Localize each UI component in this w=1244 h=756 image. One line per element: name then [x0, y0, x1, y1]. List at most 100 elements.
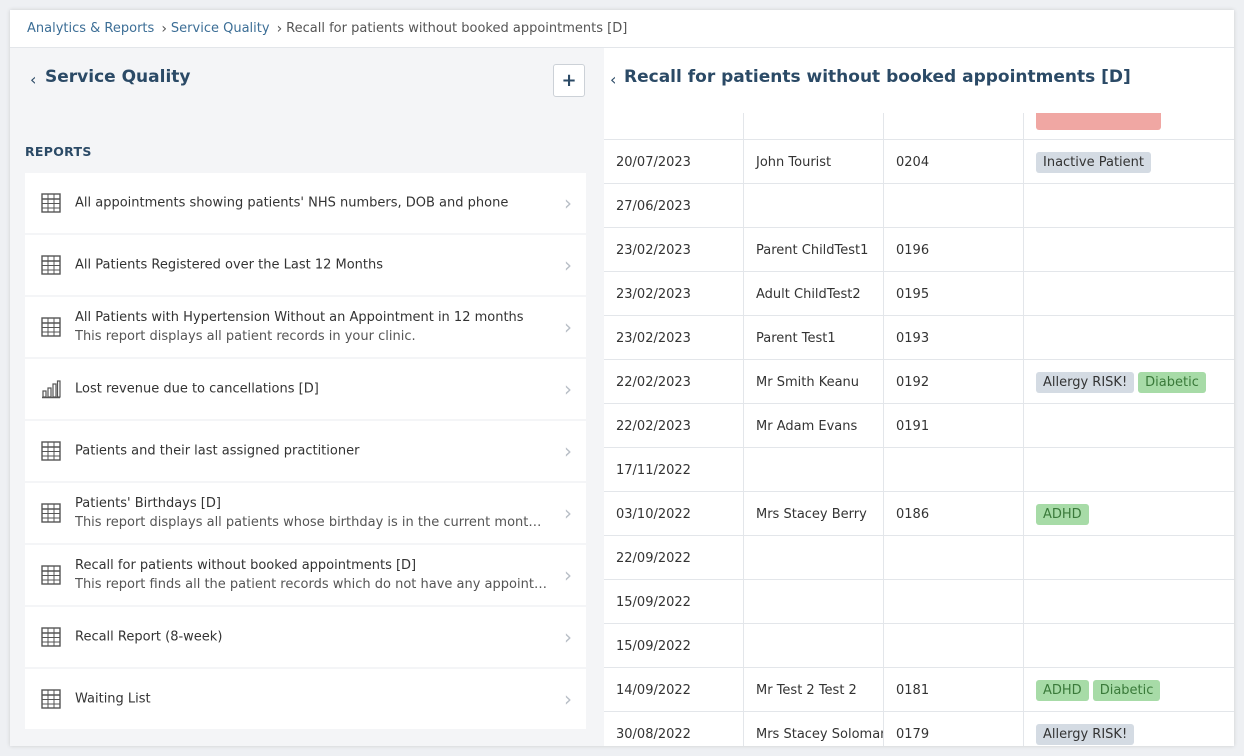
table-row[interactable]: 20/07/2023 John Tourist 0204 Inactive Patie… [604, 140, 1234, 184]
back-chevron-icon[interactable]: ‹ [30, 70, 36, 89]
chevron-right-icon: › [564, 687, 572, 711]
date-cell: 22/02/2023 [604, 360, 744, 404]
id-cell: 0186 [884, 492, 1024, 536]
breadcrumb-service-quality-link[interactable]: Service Quality [171, 21, 270, 36]
table-row[interactable]: 17/11/2022 [604, 448, 1234, 492]
report-list-item[interactable]: Recall Report (8-week) › [25, 607, 586, 667]
table-row[interactable]: 22/02/2023 Mr Smith Keanu 0192 Allergy RISK… [604, 360, 1234, 404]
tags-cell [1024, 272, 1234, 316]
id-cell [884, 184, 1024, 228]
report-text: Recall Report (8-week) [75, 630, 548, 645]
id-cell [884, 113, 1024, 140]
id-cell: 0193 [884, 316, 1024, 360]
date-cell: 14/09/2022 [604, 668, 744, 712]
report-list-item[interactable]: Patients' Birthdays [D] This report displ… [25, 483, 586, 543]
table-icon [41, 317, 61, 337]
report-list-item[interactable]: All appointments showing patients' NHS n… [25, 173, 586, 233]
table-row[interactable]: 30/08/2022 Mrs Stacey Soloman 0179 Allergy … [604, 712, 1234, 746]
report-list-item[interactable]: Lost revenue due to cancellations [D] › [25, 359, 586, 419]
chevron-right-icon: › [564, 439, 572, 463]
report-text: All Patients Registered over the Last 12… [75, 258, 548, 273]
breadcrumb-analytics-link[interactable]: Analytics & Reports [27, 21, 154, 36]
table-row[interactable]: 14/09/2022 Mr Test 2 Test 2 0181 ADHD Diabet… [604, 668, 1234, 712]
table-row[interactable] [604, 113, 1234, 140]
date-cell: 17/11/2022 [604, 448, 744, 492]
chevron-right-icon: › [276, 20, 283, 37]
table-icon [41, 627, 61, 647]
table-row[interactable]: 23/02/2023 Parent ChildTest1 0196 [604, 228, 1234, 272]
table-row[interactable]: 23/02/2023 Adult ChildTest2 0195 [604, 272, 1234, 316]
id-cell: 0196 [884, 228, 1024, 272]
back-chevron-icon[interactable]: ‹ [610, 70, 616, 89]
table-row[interactable]: 15/09/2022 [604, 580, 1234, 624]
tags-cell: Inactive Patient [1024, 140, 1234, 184]
name-cell [744, 536, 884, 580]
patient-tag: Allergy RISK! [1036, 371, 1135, 393]
date-cell: 15/09/2022 [604, 580, 744, 624]
report-title: Lost revenue due to cancellations [D] [75, 381, 319, 397]
table-row[interactable]: 22/02/2023 Mr Adam Evans 0191 [604, 404, 1234, 448]
chevron-right-icon: › [564, 625, 572, 649]
table-row[interactable]: 27/06/2023 [604, 184, 1234, 228]
name-cell: Mrs Stacey Berry [744, 492, 884, 536]
date-cell: 15/09/2022 [604, 624, 744, 668]
table-row[interactable]: 23/02/2023 Parent Test1 0193 [604, 316, 1234, 360]
tags-cell: ADHD Diabetic [1024, 668, 1234, 712]
report-list-item[interactable]: All Patients Registered over the Last 12… [25, 235, 586, 295]
id-cell: 0195 [884, 272, 1024, 316]
chevron-right-icon: › [564, 191, 572, 215]
sidebar-title[interactable]: Service Quality [45, 67, 190, 87]
date-cell: 27/06/2023 [604, 184, 744, 228]
table-row[interactable]: 15/09/2022 [604, 624, 1234, 668]
table-row[interactable]: 03/10/2022 Mrs Stacey Berry 0186 ADHD [604, 492, 1234, 536]
app-frame: Analytics & Reports › Service Quality › … [10, 10, 1234, 746]
add-report-button[interactable]: + [553, 64, 585, 97]
report-title: Waiting List [75, 691, 151, 707]
report-list-item[interactable]: Patients and their last assigned practit… [25, 421, 586, 481]
tags-cell: Allergy RISK! [1024, 712, 1234, 746]
tags-cell [1024, 316, 1234, 360]
date-cell: 30/08/2022 [604, 712, 744, 746]
id-cell: 0179 [884, 712, 1024, 746]
tags-cell: Allergy RISK! Diabetic [1024, 360, 1234, 404]
id-cell: 0181 [884, 668, 1024, 712]
report-title: Recall for patients without booked appoi… [624, 67, 1131, 87]
report-table[interactable]: 20/07/2023 John Tourist 0204 Inactive Patie… [604, 113, 1234, 746]
name-cell: Mrs Stacey Soloman [744, 712, 884, 746]
chevron-right-icon: › [564, 563, 572, 587]
report-title: Patients' Birthdays [D] [75, 496, 221, 511]
report-list: All appointments showing patients' NHS n… [25, 173, 586, 731]
report-list-item[interactable]: Waiting List › [25, 669, 586, 729]
patient-tag: Diabetic [1138, 371, 1206, 393]
bar-chart-icon [41, 379, 61, 399]
table-row[interactable]: 22/09/2022 [604, 536, 1234, 580]
report-title: All appointments showing patients' NHS n… [75, 195, 509, 211]
report-description: This report finds all the patient record… [75, 577, 548, 592]
report-text: All Patients with Hypertension Without a… [75, 310, 548, 344]
patient-tag: ADHD [1036, 503, 1089, 525]
table-icon [41, 193, 61, 213]
id-cell: 0192 [884, 360, 1024, 404]
report-text: Patients and their last assigned practit… [75, 444, 548, 459]
report-list-item[interactable]: All Patients with Hypertension Without a… [25, 297, 586, 357]
tags-cell: ADHD [1024, 492, 1234, 536]
report-text: Patients' Birthdays [D] This report displ… [75, 496, 548, 530]
chevron-right-icon: › [564, 377, 572, 401]
report-title: All Patients with Hypertension Without a… [75, 310, 524, 325]
name-cell [744, 184, 884, 228]
date-cell: 03/10/2022 [604, 492, 744, 536]
report-description: This report displays all patients whose … [75, 515, 548, 530]
patient-tag: ADHD [1036, 679, 1089, 701]
report-title: All Patients Registered over the Last 12… [75, 257, 384, 273]
tags-cell [1024, 113, 1234, 140]
patient-tag: Diabetic [1092, 679, 1161, 701]
name-cell: Mr Smith Keanu [744, 360, 884, 404]
date-cell: 23/02/2023 [604, 272, 744, 316]
report-text: Recall for patients without booked appoi… [75, 558, 548, 592]
tags-cell [1024, 536, 1234, 580]
report-title: Recall Report (8-week) [75, 629, 223, 645]
tags-cell [1024, 580, 1234, 624]
name-cell: Parent Test1 [744, 316, 884, 360]
tags-cell [1024, 404, 1234, 448]
report-list-item[interactable]: Recall for patients without booked appoi… [25, 545, 586, 605]
